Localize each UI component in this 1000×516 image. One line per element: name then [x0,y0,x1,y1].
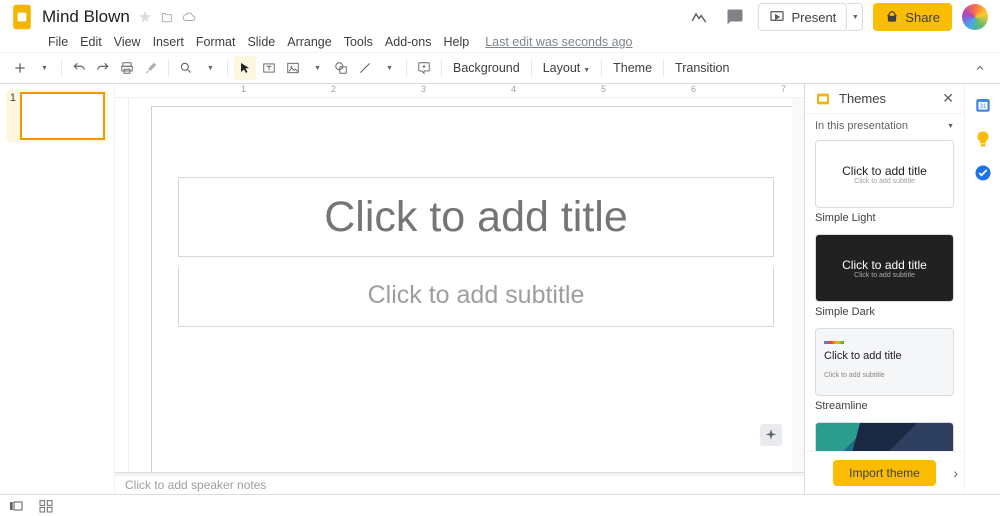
chevron-down-icon: ▼ [947,123,954,130]
image-tool[interactable] [282,56,304,80]
line-tool[interactable] [354,56,376,80]
share-button[interactable]: Share [873,3,952,31]
activity-icon[interactable] [686,4,712,30]
keep-addon-icon[interactable] [974,130,992,148]
themes-section-toggle[interactable]: In this presentation ▼ [805,114,964,138]
paint-format-button[interactable] [140,56,162,80]
menu-help[interactable]: Help [437,35,475,49]
calendar-addon-icon[interactable]: 31 [974,96,992,114]
share-label: Share [905,10,940,25]
undo-button[interactable] [68,56,90,80]
tasks-addon-icon[interactable] [974,164,992,182]
ruler-tick: 2 [331,84,336,94]
line-menu[interactable]: ▼ [378,56,400,80]
vertical-ruler[interactable] [115,98,129,472]
redo-button[interactable] [92,56,114,80]
horizontal-ruler[interactable]: 1 2 3 4 5 6 7 [115,84,804,98]
slide-number: 1 [8,92,16,140]
ruler-tick: 1 [241,84,246,94]
canvas: 1 2 3 4 5 6 7 Click to add title Click to add … [115,84,804,494]
theme-label: Streamline [815,400,954,412]
slides-logo[interactable] [8,3,36,31]
image-menu[interactable]: ▼ [306,56,328,80]
speaker-notes[interactable]: Click to add speaker notes [115,476,804,494]
shape-tool[interactable] [330,56,352,80]
title-placeholder[interactable]: Click to add title [178,177,774,257]
next-icon[interactable]: › [953,465,958,481]
collapse-toolbar-button[interactable] [969,56,991,80]
zoom-menu[interactable]: ▼ [199,56,221,80]
theme-simple-light[interactable]: Click to add title Click to add subtitle [815,140,954,208]
themes-title: Themes [839,91,934,106]
theme-label: Simple Dark [815,306,954,318]
transition-button[interactable]: Transition [669,61,735,75]
comments-icon[interactable] [722,4,748,30]
select-tool[interactable] [234,56,256,80]
new-slide-menu[interactable]: ▼ [33,56,55,80]
present-more-button[interactable]: ▼ [847,3,863,31]
background-button[interactable]: Background [447,61,526,75]
textbox-tool[interactable] [258,56,280,80]
ruler-tick: 4 [511,84,516,94]
themes-icon [815,91,831,107]
view-footer [0,494,1000,516]
ruler-tick: 3 [421,84,426,94]
comment-tool[interactable] [413,56,435,80]
menu-file[interactable]: File [42,35,74,49]
filmstrip-view-button[interactable] [8,498,24,514]
grid-view-button[interactable] [38,498,54,514]
thumbnail-preview [20,92,105,140]
menu-tools[interactable]: Tools [338,35,379,49]
ruler-tick: 5 [601,84,606,94]
themes-panel: Themes ✕ In this presentation ▼ Click to… [804,84,964,494]
new-slide-button[interactable] [9,56,31,80]
star-icon[interactable] [138,10,152,24]
themes-section-label: In this presentation [815,120,908,132]
filmstrip[interactable]: 1 [0,84,115,494]
menu-view[interactable]: View [108,35,147,49]
vertical-scrollbar[interactable] [792,98,804,472]
menu-arrange[interactable]: Arrange [281,35,337,49]
menu-slide[interactable]: Slide [241,35,281,49]
theme-label: Simple Light [815,212,954,224]
subtitle-placeholder[interactable]: Click to add subtitle [178,267,774,327]
cloud-status-icon[interactable] [182,10,196,24]
menu-edit[interactable]: Edit [74,35,108,49]
menu-addons[interactable]: Add-ons [379,35,438,49]
layout-button[interactable]: Layout ▼ [537,61,596,75]
account-avatar[interactable] [962,4,988,30]
toolbar: ▼ ▼ ▼ ▼ Background Layout ▼ Theme Transi… [0,52,1000,84]
print-button[interactable] [116,56,138,80]
ruler-tick: 6 [691,84,696,94]
themes-list[interactable]: Click to add title Click to add subtitle… [805,138,964,451]
present-button[interactable]: Present [758,3,847,31]
slide-area[interactable]: Click to add title Click to add subtitle [129,98,792,472]
explore-button[interactable] [760,424,782,446]
theme-focus[interactable]: Click to add title [815,422,954,451]
menu-insert[interactable]: Insert [147,35,190,49]
theme-simple-dark[interactable]: Click to add title Click to add subtitle [815,234,954,302]
ruler-tick: 7 [781,84,786,94]
theme-streamline[interactable]: Click to add title Click to add subtitle [815,328,954,396]
chevron-down-icon: ▼ [581,67,590,74]
theme-button[interactable]: Theme [607,61,658,75]
menu-bar: File Edit View Insert Format Slide Arran… [0,32,1000,52]
slide-thumbnail-1[interactable]: 1 [6,90,108,142]
move-icon[interactable] [160,10,174,24]
present-label: Present [791,10,836,25]
zoom-button[interactable] [175,56,197,80]
accent-shape [816,423,860,451]
accent-bar [824,341,844,344]
last-edit-link[interactable]: Last edit was seconds ago [485,35,632,49]
import-theme-button[interactable]: Import theme [833,460,936,486]
document-title[interactable]: Mind Blown [42,8,130,26]
close-themes-button[interactable]: ✕ [942,90,954,107]
menu-format[interactable]: Format [190,35,242,49]
side-panel: 31 [964,84,1000,494]
svg-text:31: 31 [979,104,986,110]
slide[interactable]: Click to add title Click to add subtitle [151,106,792,472]
